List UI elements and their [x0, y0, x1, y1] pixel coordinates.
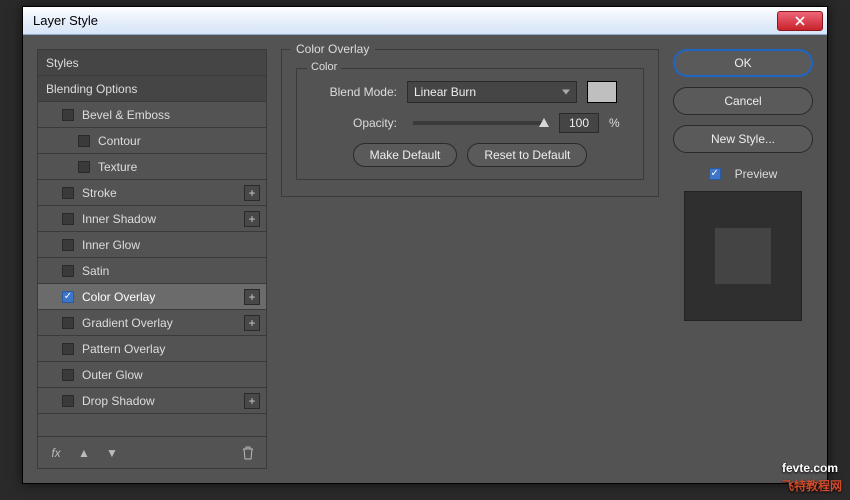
texture-checkbox[interactable]	[78, 161, 90, 173]
opacity-unit: %	[609, 116, 620, 130]
action-panel: OK Cancel New Style... Preview	[673, 49, 813, 469]
cancel-button[interactable]: Cancel	[673, 87, 813, 115]
layer-style-dialog: Layer Style Styles Blending Options Beve…	[22, 6, 828, 484]
color-subgroup: Color Blend Mode: Linear Burn Opacity: 1…	[296, 68, 644, 180]
make-default-button[interactable]: Make Default	[353, 143, 458, 167]
color-overlay-group: Color Overlay Color Blend Mode: Linear B…	[281, 49, 659, 197]
stroke-row[interactable]: Stroke	[38, 180, 266, 206]
window-title: Layer Style	[33, 13, 777, 28]
fx-icon[interactable]: fx	[48, 446, 64, 460]
preview-box	[684, 191, 802, 321]
move-down-icon[interactable]: ▼	[104, 446, 120, 460]
contour-row[interactable]: Contour	[38, 128, 266, 154]
preview-checkbox[interactable]	[709, 168, 721, 180]
trash-icon[interactable]	[240, 446, 256, 460]
blend-mode-label: Blend Mode:	[311, 85, 397, 99]
preview-thumbnail	[715, 228, 771, 284]
styles-header[interactable]: Styles	[38, 50, 266, 76]
group-title: Color Overlay	[290, 42, 375, 56]
inner-shadow-checkbox[interactable]	[62, 213, 74, 225]
satin-row[interactable]: Satin	[38, 258, 266, 284]
opacity-input[interactable]: 100	[559, 113, 599, 133]
inner-shadow-expand-icon[interactable]	[244, 211, 260, 227]
new-style-button[interactable]: New Style...	[673, 125, 813, 153]
color-swatch[interactable]	[587, 81, 617, 103]
color-overlay-row[interactable]: Color Overlay	[38, 284, 266, 310]
stroke-expand-icon[interactable]	[244, 185, 260, 201]
styles-footer: fx ▲ ▼	[38, 436, 266, 468]
bevel-checkbox[interactable]	[62, 109, 74, 121]
pattern-overlay-checkbox[interactable]	[62, 343, 74, 355]
gradient-overlay-checkbox[interactable]	[62, 317, 74, 329]
satin-checkbox[interactable]	[62, 265, 74, 277]
opacity-label: Opacity:	[311, 116, 397, 130]
close-icon	[795, 16, 805, 26]
blend-mode-select[interactable]: Linear Burn	[407, 81, 577, 103]
slider-thumb-icon[interactable]	[539, 118, 549, 127]
inner-title: Color	[307, 61, 341, 73]
titlebar: Layer Style	[23, 7, 827, 35]
pattern-overlay-row[interactable]: Pattern Overlay	[38, 336, 266, 362]
styles-list: Styles Blending Options Bevel & Emboss C…	[37, 49, 267, 469]
stroke-checkbox[interactable]	[62, 187, 74, 199]
reset-default-button[interactable]: Reset to Default	[467, 143, 587, 167]
inner-glow-row[interactable]: Inner Glow	[38, 232, 266, 258]
contour-checkbox[interactable]	[78, 135, 90, 147]
outer-glow-row[interactable]: Outer Glow	[38, 362, 266, 388]
bevel-emboss-row[interactable]: Bevel & Emboss	[38, 102, 266, 128]
ok-button[interactable]: OK	[673, 49, 813, 77]
settings-panel: Color Overlay Color Blend Mode: Linear B…	[281, 49, 659, 469]
drop-shadow-checkbox[interactable]	[62, 395, 74, 407]
drop-shadow-expand-icon[interactable]	[244, 393, 260, 409]
outer-glow-checkbox[interactable]	[62, 369, 74, 381]
blending-options-row[interactable]: Blending Options	[38, 76, 266, 102]
inner-shadow-row[interactable]: Inner Shadow	[38, 206, 266, 232]
color-overlay-expand-icon[interactable]	[244, 289, 260, 305]
preview-toggle[interactable]: Preview	[673, 167, 813, 181]
inner-glow-checkbox[interactable]	[62, 239, 74, 251]
texture-row[interactable]: Texture	[38, 154, 266, 180]
opacity-slider[interactable]	[413, 121, 543, 125]
gradient-overlay-row[interactable]: Gradient Overlay	[38, 310, 266, 336]
close-button[interactable]	[777, 11, 823, 31]
color-overlay-checkbox[interactable]	[62, 291, 74, 303]
move-up-icon[interactable]: ▲	[76, 446, 92, 460]
drop-shadow-row[interactable]: Drop Shadow	[38, 388, 266, 414]
gradient-overlay-expand-icon[interactable]	[244, 315, 260, 331]
